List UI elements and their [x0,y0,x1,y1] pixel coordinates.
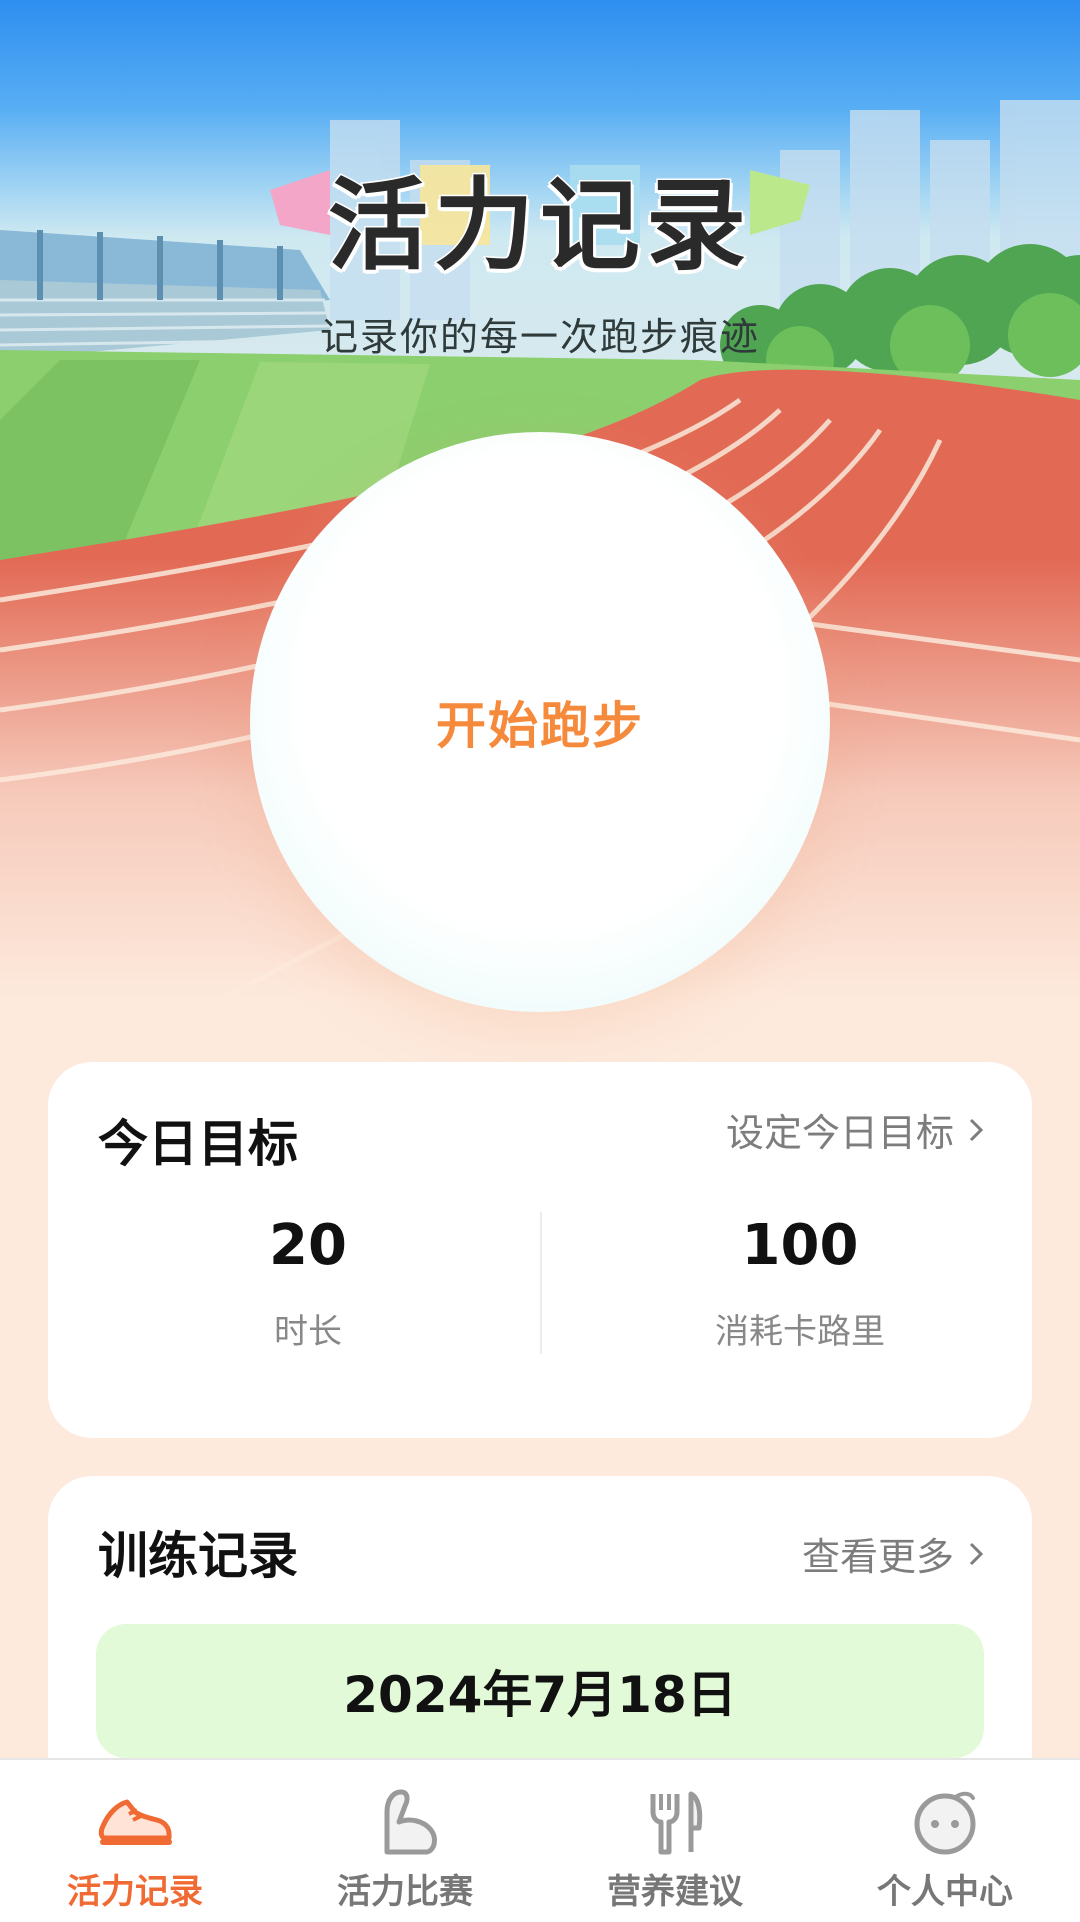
app-title: 活力记录 [327,166,752,286]
face-icon [914,1791,976,1855]
app-title-banner: 活力记录 [270,140,810,286]
today-goal-title: 今日目标 [98,1115,298,1173]
start-running-button[interactable]: 开始跑步 [250,432,830,1012]
record-date-item[interactable]: 2024年7月18日 [96,1624,984,1758]
tab-personal-center[interactable]: 个人中心 [810,1760,1080,1922]
tab-activity-competition[interactable]: 活力比赛 [270,1760,540,1922]
tab-nutrition-advice[interactable]: 营养建议 [540,1760,810,1922]
set-goal-label: 设定今日目标 [725,1111,954,1155]
view-more-link[interactable]: 查看更多 [802,1526,984,1581]
app-subtitle: 记录你的每一次跑步痕迹 [319,315,760,359]
duration-label: 时长 [274,1312,342,1352]
duration-stat: 20 时长 [98,1210,518,1353]
chevron-right-icon [969,1118,984,1141]
set-goal-link[interactable]: 设定今日目标 [726,1102,984,1157]
tab-personal-center-label: 个人中心 [877,1872,1013,1912]
view-more-label: 查看更多 [801,1535,954,1579]
flexed-arm-icon [384,1789,437,1855]
training-records-title: 训练记录 [98,1527,298,1585]
tab-nutrition-advice-label: 营养建议 [607,1872,743,1912]
today-goal-card: 今日目标 设定今日目标 20 时长 100 消耗卡路里 [48,1062,1032,1438]
training-records-card: 训练记录 查看更多 2024年7月18日 [48,1476,1032,1806]
start-running-label: 开始跑步 [436,697,644,755]
tab-activity-record-label: 活力记录 [67,1872,203,1912]
stat-divider [540,1212,542,1354]
chevron-right-icon [969,1542,984,1565]
bottom-tab-bar: 活力记录 活力比赛 营养建议 个人中心 [0,1758,1080,1922]
calories-stat: 100 消耗卡路里 [590,1210,1010,1353]
fork-knife-icon [650,1791,703,1855]
tab-activity-record[interactable]: 活力记录 [0,1760,270,1922]
hero-banner: 活力记录 记录你的每一次跑步痕迹 开始跑步 [0,0,1080,1080]
calories-label: 消耗卡路里 [715,1312,885,1352]
calories-value: 100 [741,1213,859,1278]
tab-activity-competition-label: 活力比赛 [337,1872,473,1912]
duration-value: 20 [269,1213,347,1278]
running-shoe-icon [98,1799,172,1845]
